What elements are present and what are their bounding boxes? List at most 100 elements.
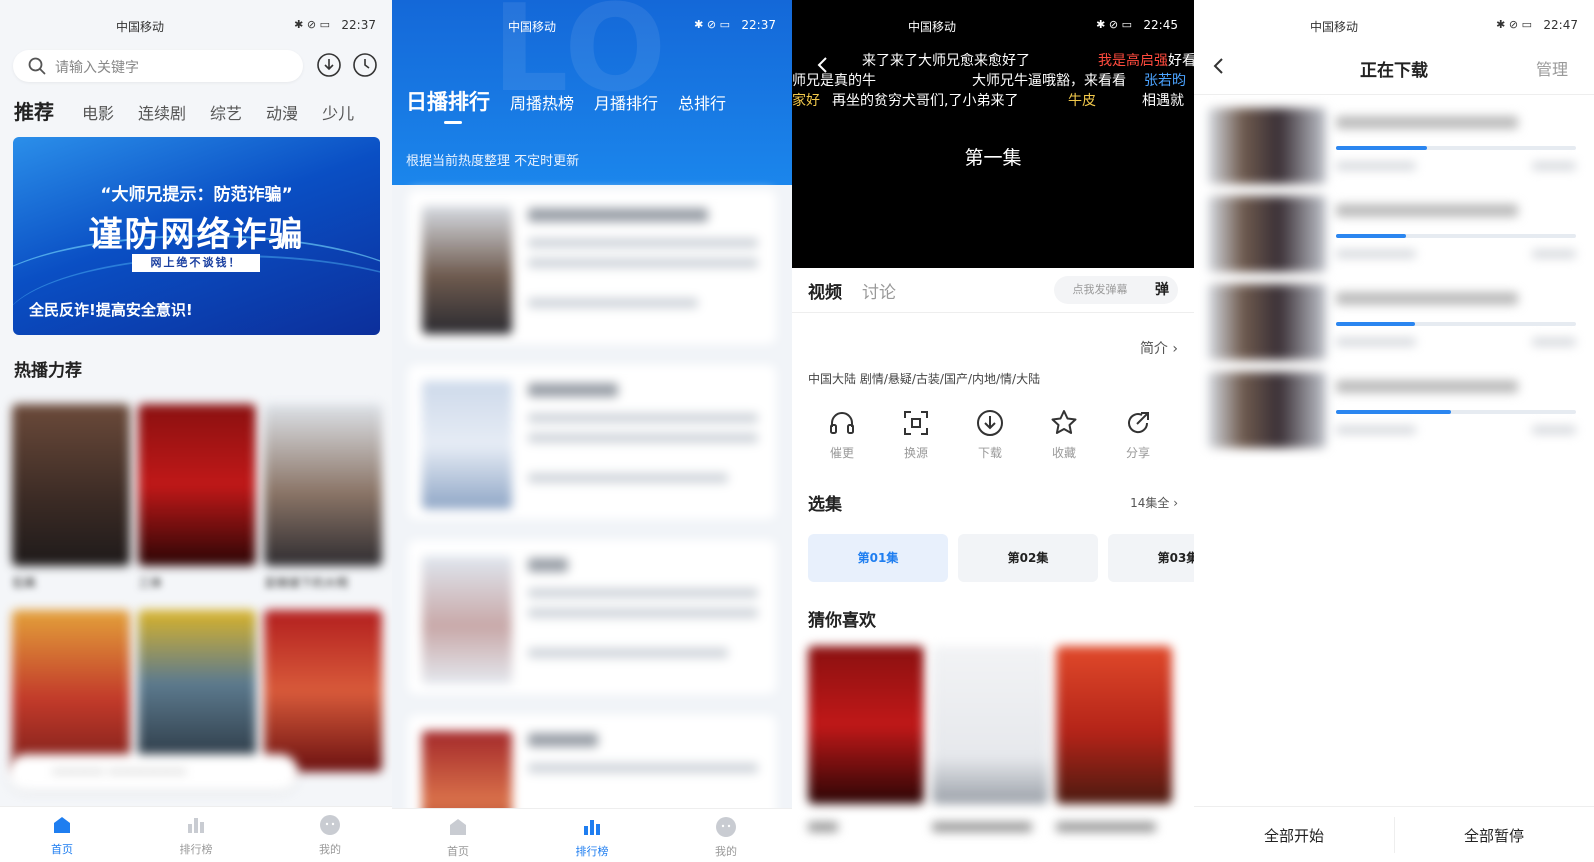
download-item[interactable] [1208,284,1580,364]
anti-fraud-banner[interactable]: “大师兄提示：防范诈骗” 谨防网络诈骗 网上绝不谈钱！ 全民反诈!提高安全意识! [13,137,380,335]
tab-anime[interactable]: 动漫 [266,100,298,124]
tab-video[interactable]: 视频 [808,278,842,303]
star-icon [1049,408,1079,438]
video-player[interactable]: 中国移动 ✱ ⊘ ▭ 22:45 来了来了大师兄愈来愈好了 我是高启强 好看 师… [792,0,1194,268]
action-label: 下载 [977,446,1002,460]
downloads-screen: 中国移动 ✱ ⊘ ▭ 22:47 正在下载 管理 全部开始 全部暂停 [1194,0,1594,862]
carrier-label: 中国移动 [1310,20,1359,34]
progress-bar [1336,234,1576,238]
episodes-header: 选集 [808,495,842,515]
download-item[interactable] [1208,372,1580,452]
poster[interactable] [808,646,924,804]
tab-movie[interactable]: 电影 [82,100,114,124]
episodes-count-link[interactable]: 14集全 › [1130,494,1178,511]
episodes-count: 14集全 [1130,496,1170,510]
poster[interactable] [264,404,382,566]
ranking-item[interactable] [408,365,776,519]
title-placeholder [1336,292,1518,305]
history-icon[interactable] [352,52,378,78]
status-icons: ✱ ⊘ ▭ [294,18,330,31]
title-placeholder [1336,116,1518,129]
ranking-item[interactable] [408,190,776,344]
thumbnail [422,381,512,509]
speed-placeholder [1532,162,1576,170]
text-placeholder [528,608,758,618]
ranking-icon [184,813,208,837]
download-icon[interactable] [316,52,342,78]
start-all-button[interactable]: 全部开始 [1194,825,1394,846]
poster[interactable] [932,646,1048,804]
poster[interactable] [264,610,382,772]
poster[interactable] [12,610,130,772]
poster[interactable] [138,404,256,566]
tab-recommend[interactable]: 推荐 [14,96,54,125]
action-label: 收藏 [1051,446,1076,460]
manage-button[interactable]: 管理 [1536,56,1568,80]
title-placeholder [528,208,708,222]
divider [1194,94,1594,95]
download-actions: 全部开始 全部暂停 [1194,806,1594,862]
switch-source-icon [901,408,931,438]
poster[interactable] [12,404,130,566]
text-placeholder [528,433,758,443]
poster[interactable] [1056,646,1172,804]
tab-variety[interactable]: 综艺 [210,100,242,124]
clock: 22:37 [741,18,776,32]
action-label: 催更 [829,446,854,460]
pause-all-button[interactable]: 全部暂停 [1394,825,1594,846]
bottom-nav: 首页 排行榜 我的 [0,806,392,862]
tab-kids[interactable]: 少儿 [322,100,354,124]
tab-series[interactable]: 连续剧 [138,100,186,124]
caption-placeholder [932,822,1032,832]
profile-icon [318,813,342,837]
intro-link-label: 简介 [1139,341,1168,357]
episode-chip[interactable]: 第01集 [808,534,948,582]
tab-total[interactable]: 总排行 [678,90,726,114]
search-placeholder: 请输入关键字 [55,60,139,76]
title-placeholder [528,383,618,397]
profile-icon [714,815,738,839]
danmu-toggle-button[interactable]: 弹 [1146,276,1178,304]
nav-home[interactable]: 首页 [22,813,102,857]
ranking-item[interactable] [408,540,776,694]
episode-chip[interactable]: 第03集 [1108,534,1194,582]
progress-bar [1336,410,1576,414]
status-bar: 中国移动 ✱ ⊘ ▭ 22:47 [1194,14,1594,34]
nav-profile[interactable]: 我的 [686,815,766,859]
danmu-comment: 相遇就 [1142,93,1184,109]
danmu-comment: 好看 [1168,53,1194,69]
clock: 22:37 [341,18,376,32]
tab-daily[interactable]: 日播排行 [406,86,490,116]
action-label: 分享 [1125,446,1150,460]
nav-ranking[interactable]: 排行榜 [552,815,632,859]
nav-home[interactable]: 首页 [418,815,498,859]
poster[interactable] [138,610,256,772]
intro-link[interactable]: 简介 › [1140,338,1178,358]
episode-chip[interactable]: 第02集 [958,534,1098,582]
action-switch-source[interactable]: 换源 [886,408,946,461]
search-icon [27,56,47,76]
chevron-right-icon: › [1172,341,1178,357]
genre-tags: 中国大陆 剧情/悬疑/古装/国产/内地/情/大陆 [808,372,1041,386]
text-placeholder [528,413,758,423]
ranking-note: 根据当前热度整理 不定时更新 [406,154,580,169]
status-bar: 中国移动 ✱ ⊘ ▭ 22:37 [0,14,392,34]
search-input[interactable]: 请输入关键字 [13,50,303,82]
page-title: 正在下载 [1360,61,1428,81]
nav-ranking[interactable]: 排行榜 [156,813,236,857]
action-share[interactable]: 分享 [1108,408,1168,461]
resume-toast[interactable]: ———— —————— [8,754,298,790]
download-item[interactable] [1208,108,1580,188]
action-download[interactable]: 下载 [960,408,1020,461]
tab-monthly[interactable]: 月播排行 [594,90,658,114]
tab-discussion[interactable]: 讨论 [862,278,896,303]
action-urge[interactable]: 催更 [812,408,872,461]
poster-caption: 三体 [138,576,163,590]
nav-profile[interactable]: 我的 [290,813,370,857]
download-item[interactable] [1208,196,1580,276]
danmu-input[interactable]: 点我发弹幕 [1054,276,1146,304]
tab-weekly[interactable]: 周播热榜 [510,90,574,114]
status-icons: ✱ ⊘ ▭ [694,18,730,31]
status-placeholder [1336,426,1416,434]
action-favorite[interactable]: 收藏 [1034,408,1094,461]
